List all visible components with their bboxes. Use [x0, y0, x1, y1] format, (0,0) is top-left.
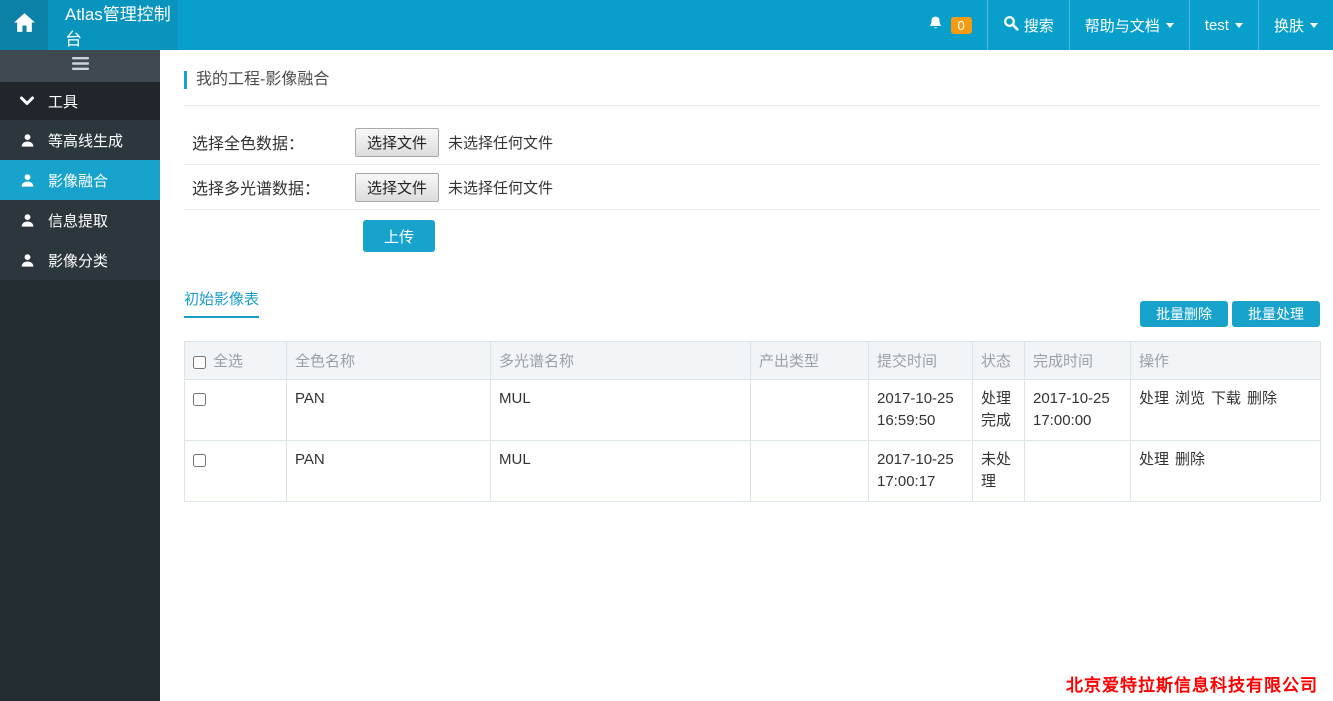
- pan-file-input[interactable]: 选择文件 未选择任何文件: [355, 128, 553, 157]
- sidebar: 工具 等高线生成 影像融合 信息提取 影像分类: [0, 50, 160, 701]
- user-icon: [20, 213, 48, 228]
- menu-icon: [72, 57, 89, 75]
- file-status-text: 未选择任何文件: [448, 177, 553, 198]
- home-button[interactable]: [0, 0, 48, 50]
- notifications-button[interactable]: 0: [913, 0, 987, 50]
- help-docs-label: 帮助与文档: [1085, 15, 1160, 36]
- user-menu[interactable]: test: [1189, 0, 1258, 50]
- file-status-text: 未选择任何文件: [448, 132, 553, 153]
- action-process[interactable]: 处理: [1139, 451, 1169, 468]
- sidebar-item-label: 等高线生成: [48, 130, 123, 151]
- header-label: 全选: [213, 353, 243, 370]
- sidebar-item-info-extraction[interactable]: 信息提取: [0, 200, 160, 240]
- caret-down-icon: [1310, 23, 1318, 28]
- cell-select: [185, 441, 287, 502]
- mul-file-label: 选择多光谱数据：: [192, 175, 355, 199]
- user-icon: [20, 253, 48, 268]
- tab-initial-images[interactable]: 初始影像表: [184, 288, 259, 318]
- home-icon: [13, 12, 36, 38]
- cell-submit-time: 2017-10-25 17:00:17: [869, 441, 973, 502]
- action-delete[interactable]: 删除: [1175, 451, 1205, 468]
- images-table: 全选 全色名称 多光谱名称 产出类型 提交时间 状态 完成时间 操作 PAN M…: [184, 341, 1321, 502]
- table-row: PAN MUL 2017-10-25 17:00:17 未处理 处理删除: [185, 441, 1321, 502]
- header-pan-name: 全色名称: [287, 342, 491, 380]
- action-process[interactable]: 处理: [1139, 390, 1169, 407]
- search-icon: [1003, 15, 1024, 35]
- table-header-row: 全选 全色名称 多光谱名称 产出类型 提交时间 状态 完成时间 操作: [185, 342, 1321, 380]
- action-browse[interactable]: 浏览: [1175, 390, 1205, 407]
- cell-finish-time: 2017-10-25 17:00:00: [1025, 380, 1131, 441]
- cell-submit-time: 2017-10-25 16:59:50: [869, 380, 973, 441]
- user-label: test: [1205, 17, 1229, 34]
- batch-process-button[interactable]: 批量处理: [1232, 301, 1320, 327]
- sidebar-item-tools[interactable]: 工具: [0, 82, 160, 120]
- notification-badge: 0: [951, 17, 972, 34]
- caret-down-icon: [1166, 23, 1174, 28]
- form-row-pan: 选择全色数据： 选择文件 未选择任何文件: [184, 120, 1320, 165]
- skin-label: 换肤: [1274, 15, 1304, 36]
- upload-button[interactable]: 上传: [363, 220, 435, 252]
- cell-select: [185, 380, 287, 441]
- select-all-checkbox[interactable]: [193, 356, 206, 369]
- action-delete[interactable]: 删除: [1247, 390, 1277, 407]
- batch-delete-button[interactable]: 批量删除: [1140, 301, 1228, 327]
- header-status: 状态: [973, 342, 1025, 380]
- sidebar-item-image-classification[interactable]: 影像分类: [0, 240, 160, 280]
- action-download[interactable]: 下载: [1211, 390, 1241, 407]
- header-finish-time: 完成时间: [1025, 342, 1131, 380]
- help-docs-menu[interactable]: 帮助与文档: [1069, 0, 1189, 50]
- cell-finish-time: [1025, 441, 1131, 502]
- sidebar-item-label: 影像分类: [48, 250, 108, 271]
- sidebar-item-label: 工具: [48, 91, 78, 112]
- upload-form: 选择全色数据： 选择文件 未选择任何文件 选择多光谱数据： 选择文件 未选择任何…: [184, 106, 1320, 252]
- cell-actions: 处理删除: [1131, 441, 1321, 502]
- header-output-type: 产出类型: [751, 342, 869, 380]
- header-actions: 操作: [1131, 342, 1321, 380]
- choose-file-button[interactable]: 选择文件: [355, 173, 439, 202]
- sidebar-item-contour-generation[interactable]: 等高线生成: [0, 120, 160, 160]
- header-select-all: 全选: [185, 342, 287, 380]
- page-header: 我的工程-影像融合: [184, 71, 1320, 106]
- row-checkbox[interactable]: [193, 454, 206, 467]
- form-row-mul: 选择多光谱数据： 选择文件 未选择任何文件: [184, 165, 1320, 210]
- tab-bar: 初始影像表 批量删除 批量处理: [184, 288, 1320, 327]
- page-title: 我的工程-影像融合: [184, 71, 1320, 89]
- cell-status: 未处理: [973, 441, 1025, 502]
- pan-file-label: 选择全色数据：: [192, 130, 355, 154]
- cell-output-type: [751, 380, 869, 441]
- cell-mul-name: MUL: [491, 441, 751, 502]
- header-mul-name: 多光谱名称: [491, 342, 751, 380]
- user-icon: [20, 173, 48, 188]
- sidebar-item-label: 信息提取: [48, 210, 108, 231]
- topbar: Atlas管理控制台 0 搜索 帮助与文档 test 换肤: [0, 0, 1333, 50]
- upload-row: 上传: [184, 210, 1320, 252]
- skin-menu[interactable]: 换肤: [1258, 0, 1333, 50]
- sidebar-item-image-fusion[interactable]: 影像融合: [0, 160, 160, 200]
- cell-status: 处理完成: [973, 380, 1025, 441]
- cell-pan-name: PAN: [287, 380, 491, 441]
- cell-output-type: [751, 441, 869, 502]
- row-checkbox[interactable]: [193, 393, 206, 406]
- app-title: Atlas管理控制台: [48, 0, 178, 50]
- caret-down-icon: [1235, 23, 1243, 28]
- cell-actions: 处理浏览下载删除: [1131, 380, 1321, 441]
- chevron-down-icon: [20, 96, 48, 106]
- batch-buttons: 批量删除 批量处理: [1140, 301, 1320, 327]
- company-watermark: 北京爱特拉斯信息科技有限公司: [1066, 671, 1318, 696]
- sidebar-item-label: 影像融合: [48, 170, 108, 191]
- sidebar-toggle-button[interactable]: [0, 50, 160, 82]
- header-submit-time: 提交时间: [869, 342, 973, 380]
- bell-icon: [928, 15, 948, 35]
- cell-mul-name: MUL: [491, 380, 751, 441]
- cell-pan-name: PAN: [287, 441, 491, 502]
- mul-file-input[interactable]: 选择文件 未选择任何文件: [355, 173, 553, 202]
- search-label: 搜索: [1024, 15, 1054, 36]
- user-icon: [20, 133, 48, 148]
- table-row: PAN MUL 2017-10-25 16:59:50 处理完成 2017-10…: [185, 380, 1321, 441]
- choose-file-button[interactable]: 选择文件: [355, 128, 439, 157]
- table-section: 初始影像表 批量删除 批量处理 全选 全色名称 多光谱名称 产出类型 提交: [184, 288, 1320, 502]
- search-button[interactable]: 搜索: [987, 0, 1069, 50]
- main-content: 我的工程-影像融合 选择全色数据： 选择文件 未选择任何文件 选择多光谱数据： …: [160, 71, 1333, 701]
- topnav: 0 搜索 帮助与文档 test 换肤: [913, 0, 1333, 50]
